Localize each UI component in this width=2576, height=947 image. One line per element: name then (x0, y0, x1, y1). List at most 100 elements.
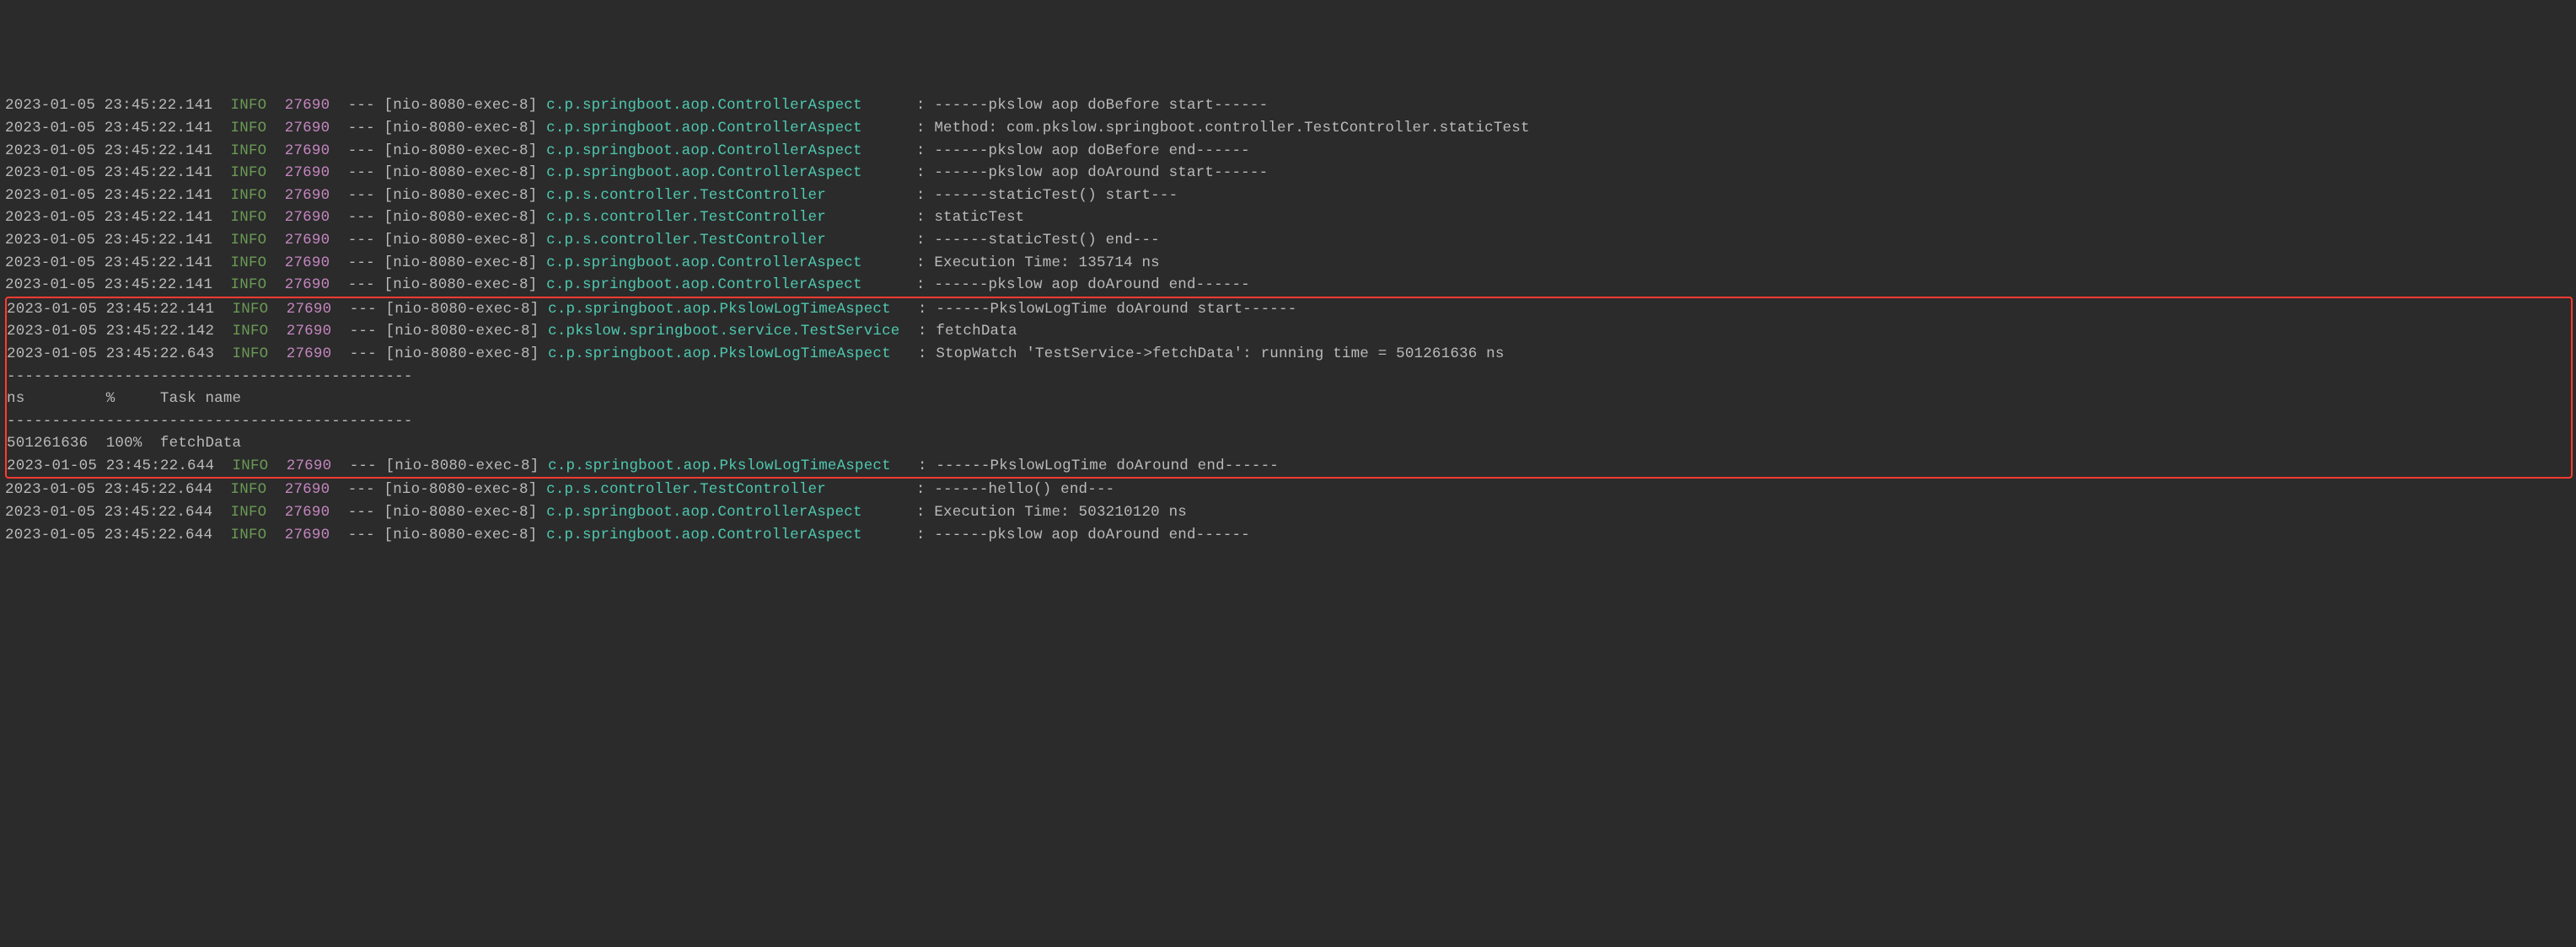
log-timestamp: 2023-01-05 23:45:22.141 (7, 301, 223, 318)
log-message: ------pkslow aop doBefore start------ (934, 97, 1268, 114)
log-timestamp: 2023-01-05 23:45:22.142 (7, 323, 223, 340)
log-pid: 27690 (287, 323, 341, 340)
log-separator: : (918, 457, 936, 474)
log-level: INFO (231, 481, 276, 498)
log-separator: --- (348, 97, 384, 114)
log-line: 2023-01-05 23:45:22.644 INFO 27690 --- [… (5, 524, 2576, 547)
log-pid: 27690 (285, 142, 339, 159)
log-class: c.p.s.controller.TestController (546, 232, 916, 249)
log-class: c.p.springboot.aop.PkslowLogTimeAspect (548, 301, 918, 318)
log-message: ------staticTest() start--- (934, 187, 1178, 204)
log-separator: : (916, 527, 934, 543)
log-message: ------pkslow aop doAround start------ (934, 164, 1268, 181)
log-timestamp: 2023-01-05 23:45:22.141 (5, 164, 222, 181)
log-thread: [nio-8080-exec-8] (384, 232, 547, 249)
log-separator: --- (348, 481, 384, 498)
highlight-region: 2023-01-05 23:45:22.141 INFO 27690 --- [… (5, 297, 2573, 479)
log-level: INFO (231, 142, 276, 159)
log-level: INFO (231, 97, 276, 114)
log-class: c.p.springboot.aop.ControllerAspect (546, 142, 916, 159)
log-level: INFO (231, 209, 276, 226)
log-separator: --- (350, 345, 386, 362)
log-separator: --- (348, 232, 384, 249)
log-pid: 27690 (285, 481, 339, 498)
log-thread: [nio-8080-exec-8] (386, 323, 549, 340)
log-timestamp: 2023-01-05 23:45:22.644 (5, 481, 222, 498)
log-separator: : (916, 254, 934, 271)
log-line: 2023-01-05 23:45:22.141 INFO 27690 --- [… (5, 229, 2576, 252)
log-level: INFO (231, 120, 276, 136)
log-class: c.pkslow.springboot.service.TestService (548, 323, 918, 340)
log-timestamp: 2023-01-05 23:45:22.141 (5, 209, 222, 226)
log-separator: --- (350, 457, 386, 474)
log-separator: --- (348, 209, 384, 226)
log-separator: : (916, 187, 934, 204)
log-separator: --- (348, 164, 384, 181)
log-thread: [nio-8080-exec-8] (384, 187, 547, 204)
log-level: INFO (231, 527, 276, 543)
log-pid: 27690 (285, 187, 339, 204)
log-pid: 27690 (287, 345, 341, 362)
log-separator: --- (348, 276, 384, 293)
log-thread: [nio-8080-exec-8] (384, 120, 547, 136)
log-timestamp: 2023-01-05 23:45:22.141 (5, 142, 222, 159)
stopwatch-row: 501261636 100% fetchData (7, 432, 2571, 455)
log-timestamp: 2023-01-05 23:45:22.644 (5, 527, 222, 543)
log-timestamp: 2023-01-05 23:45:22.141 (5, 232, 222, 249)
log-line: 2023-01-05 23:45:22.644 INFO 27690 --- [… (5, 501, 2576, 524)
log-pid: 27690 (285, 527, 339, 543)
log-separator: : (916, 209, 934, 226)
log-line: 2023-01-05 23:45:22.643 INFO 27690 --- [… (7, 343, 2571, 366)
log-pid: 27690 (285, 164, 339, 181)
log-separator: : (918, 323, 936, 340)
log-thread: [nio-8080-exec-8] (384, 209, 547, 226)
log-timestamp: 2023-01-05 23:45:22.644 (7, 457, 223, 474)
log-pid: 27690 (285, 254, 339, 271)
log-timestamp: 2023-01-05 23:45:22.141 (5, 97, 222, 114)
log-pid: 27690 (287, 457, 341, 474)
log-line: 2023-01-05 23:45:22.141 INFO 27690 --- [… (5, 117, 2576, 140)
log-class: c.p.springboot.aop.ControllerAspect (546, 276, 916, 293)
log-pid: 27690 (285, 232, 339, 249)
log-thread: [nio-8080-exec-8] (384, 504, 547, 521)
log-level: INFO (233, 457, 278, 474)
log-message: Method: com.pkslow.springboot.controller… (934, 120, 1529, 136)
log-timestamp: 2023-01-05 23:45:22.141 (5, 254, 222, 271)
log-separator: : (916, 481, 934, 498)
log-level: INFO (231, 276, 276, 293)
log-message: staticTest (934, 209, 1024, 226)
log-pid: 27690 (285, 504, 339, 521)
log-line: 2023-01-05 23:45:22.141 INFO 27690 --- [… (5, 162, 2576, 185)
log-message: ------PkslowLogTime doAround start------ (936, 301, 1296, 318)
log-separator: --- (350, 323, 386, 340)
log-timestamp: 2023-01-05 23:45:22.643 (7, 345, 223, 362)
log-timestamp: 2023-01-05 23:45:22.141 (5, 187, 222, 204)
log-class: c.p.springboot.aop.PkslowLogTimeAspect (548, 457, 918, 474)
log-separator: --- (348, 142, 384, 159)
log-thread: [nio-8080-exec-8] (386, 301, 549, 318)
log-line: 2023-01-05 23:45:22.141 INFO 27690 --- [… (5, 206, 2576, 229)
log-line: 2023-01-05 23:45:22.141 INFO 27690 --- [… (5, 140, 2576, 163)
log-timestamp: 2023-01-05 23:45:22.141 (5, 120, 222, 136)
log-line: 2023-01-05 23:45:22.141 INFO 27690 --- [… (5, 185, 2576, 207)
log-message: StopWatch 'TestService->fetchData': runn… (936, 345, 1504, 362)
stopwatch-header: ns % Task name (7, 388, 2571, 410)
log-pid: 27690 (287, 301, 341, 318)
log-thread: [nio-8080-exec-8] (384, 276, 547, 293)
log-level: INFO (233, 345, 278, 362)
log-class: c.p.s.controller.TestController (546, 209, 916, 226)
log-separator: --- (350, 301, 386, 318)
log-thread: [nio-8080-exec-8] (384, 164, 547, 181)
log-line: 2023-01-05 23:45:22.142 INFO 27690 --- [… (7, 320, 2571, 343)
log-line: 2023-01-05 23:45:22.644 INFO 27690 --- [… (5, 479, 2576, 501)
log-separator: : (916, 164, 934, 181)
log-thread: [nio-8080-exec-8] (384, 254, 547, 271)
stopwatch-divider: ----------------------------------------… (7, 366, 2571, 388)
log-pid: 27690 (285, 97, 339, 114)
log-class: c.p.s.controller.TestController (546, 481, 916, 498)
log-message: ------PkslowLogTime doAround end------ (936, 457, 1279, 474)
log-level: INFO (231, 232, 276, 249)
log-level: INFO (231, 504, 276, 521)
log-message: ------hello() end--- (934, 481, 1114, 498)
log-class: c.p.springboot.aop.ControllerAspect (546, 527, 916, 543)
